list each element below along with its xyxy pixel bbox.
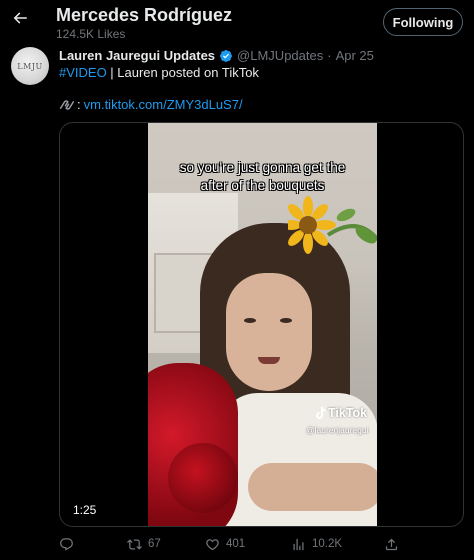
heart-icon: [206, 538, 219, 550]
profile-name: Mercedes Rodríguez: [56, 5, 233, 25]
tweet-header: Lauren Jauregui Updates @LMJUpdates · Ap…: [59, 48, 374, 63]
person-mouth: [258, 357, 280, 364]
person-arm: [248, 463, 377, 511]
tweet-text-body: | Lauren posted on TikTok: [106, 65, 259, 80]
tiktok-username: @laurenjauregui: [306, 425, 369, 435]
author-name[interactable]: Lauren Jauregui Updates: [59, 48, 215, 63]
caption-line: so you're just gonna get the: [179, 160, 346, 175]
verified-badge-icon: [220, 49, 233, 62]
video-frame[interactable]: so you're just gonna get the after of th…: [148, 123, 377, 526]
sunflower-image: [288, 196, 377, 254]
tweet-text: #VIDEO | Lauren posted on TikTok: [59, 65, 259, 80]
like-count: 401: [226, 538, 246, 550]
share-button[interactable]: [384, 533, 399, 555]
caption-line: after of the bouquets: [200, 178, 325, 193]
link-icon: [59, 99, 75, 110]
tweet-actions: 67 401 10.2K: [0, 533, 474, 557]
avatar[interactable]: LMJU: [11, 47, 49, 85]
video-duration: 1:25: [69, 502, 101, 518]
person-eye: [244, 318, 256, 323]
separator-dot: ·: [327, 48, 332, 63]
reply-button[interactable]: [59, 533, 80, 555]
link-prefix: :: [77, 97, 81, 112]
tiktok-label: TikTok: [328, 406, 368, 420]
author-handle[interactable]: @LMJUpdates: [237, 48, 323, 63]
bar-chart-icon: [293, 538, 304, 550]
retweet-icon: [127, 538, 142, 550]
following-button[interactable]: Following: [383, 8, 463, 36]
hashtag-link[interactable]: #VIDEO: [59, 65, 107, 80]
tiktok-icon: [316, 407, 326, 419]
tweet-date[interactable]: Apr 25: [336, 48, 374, 63]
share-icon: [385, 538, 398, 550]
reply-icon: [60, 537, 73, 551]
tweet-link-line: : vm.tiktok.com/ZMY3dLuS7/: [59, 97, 243, 112]
person-face: [226, 273, 312, 391]
arrow-left-icon: [13, 12, 27, 24]
rose-bloom: [168, 443, 238, 513]
tiktok-watermark: TikTok: [314, 406, 367, 420]
likes-count: 124.5K Likes: [56, 27, 126, 41]
avatar-logo-text: LMJU: [17, 61, 43, 71]
person-eye: [280, 318, 292, 323]
video-player[interactable]: so you're just gonna get the after of th…: [59, 122, 464, 527]
views-count: 10.2K: [312, 538, 343, 550]
tiktok-link[interactable]: vm.tiktok.com/ZMY3dLuS7/: [84, 97, 243, 112]
like-button[interactable]: 401: [205, 533, 245, 555]
retweet-button[interactable]: 67: [127, 533, 161, 555]
views-button[interactable]: 10.2K: [291, 533, 342, 555]
profile-header: Mercedes Rodríguez 124.5K Likes Followin…: [0, 0, 474, 44]
retweet-count: 67: [148, 538, 161, 550]
back-button[interactable]: [6, 4, 34, 32]
video-caption: so you're just gonna get the after of th…: [148, 159, 377, 195]
